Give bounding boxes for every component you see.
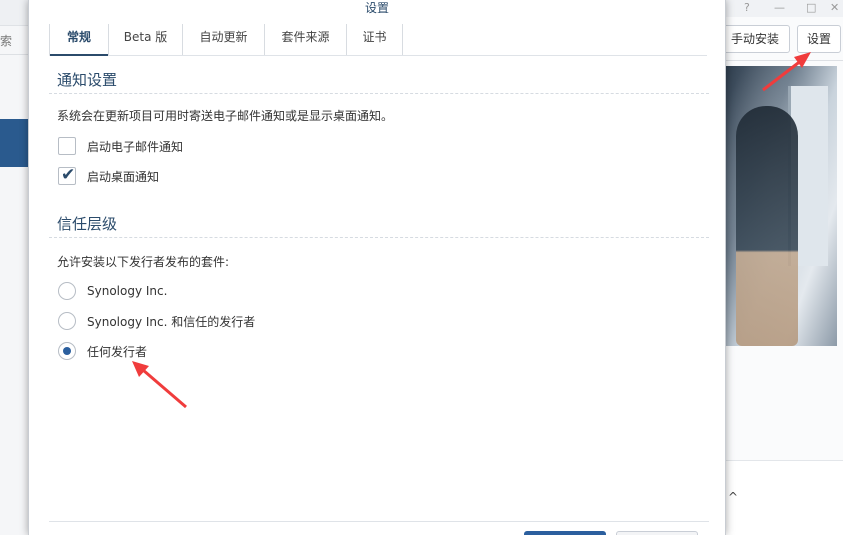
tab-beta[interactable]: Beta 版	[109, 24, 183, 55]
background-app-toolbar	[0, 0, 28, 26]
trust-synology-and-trusted-radio[interactable]	[58, 312, 76, 330]
desktop-notification-label[interactable]: 启动桌面通知	[87, 168, 159, 185]
tab-auto-update[interactable]: 自动更新	[183, 24, 265, 55]
trust-level-description: 允许安装以下发行者发布的套件:	[57, 255, 230, 269]
tab-package-sources[interactable]: 套件来源	[265, 24, 347, 55]
background-selected-nav-item[interactable]	[0, 119, 28, 167]
cancel-button[interactable]	[616, 531, 698, 535]
settings-button[interactable]: 设置	[797, 25, 841, 53]
banner-person	[736, 106, 798, 346]
maximize-icon[interactable]: □	[806, 1, 816, 15]
trust-any-publisher-option[interactable]: 任何发行者	[58, 341, 147, 361]
notification-description: 系统会在更新项目可用时寄送电子邮件通知或是显示桌面通知。	[57, 109, 394, 123]
tab-bar: 常规 Beta 版 自动更新 套件来源 证书	[49, 24, 707, 56]
background-titlebar: ? — □ ✕	[726, 0, 843, 17]
minimize-icon[interactable]: —	[774, 1, 785, 15]
trust-synology-only-radio[interactable]	[58, 282, 76, 300]
email-notification-label[interactable]: 启动电子邮件通知	[87, 138, 183, 155]
radio-selected-dot	[63, 347, 71, 355]
help-icon[interactable]: ?	[744, 1, 750, 15]
background-card-glyph: ^	[728, 490, 739, 504]
email-notification-option[interactable]: 启动电子邮件通知	[58, 136, 183, 156]
section-divider	[49, 237, 709, 238]
dialog-title: 设置	[29, 0, 725, 17]
banner-image	[726, 66, 837, 346]
background-divider	[726, 60, 843, 61]
trust-synology-and-trusted-label[interactable]: Synology Inc. 和信任的发行者	[87, 313, 255, 330]
close-icon[interactable]: ✕	[830, 1, 839, 15]
settings-dialog: 设置 常规 Beta 版 自动更新 套件来源 证书 通知设置 系统会在更新项目可…	[28, 0, 726, 535]
desktop-notification-checkbox[interactable]: ✔	[58, 165, 76, 185]
check-icon: ✔	[61, 165, 76, 185]
background-package-card[interactable]	[726, 460, 843, 535]
background-app-left: 索	[0, 0, 28, 535]
section-divider	[49, 93, 709, 94]
trust-any-publisher-radio[interactable]	[58, 342, 76, 360]
trust-synology-and-trusted-option[interactable]: Synology Inc. 和信任的发行者	[58, 311, 255, 331]
tab-certificate[interactable]: 证书	[347, 24, 403, 55]
trust-synology-only-label[interactable]: Synology Inc.	[87, 284, 167, 298]
email-notification-checkbox[interactable]	[58, 137, 76, 155]
confirm-button[interactable]	[524, 531, 606, 535]
tab-general[interactable]: 常规	[49, 24, 109, 56]
manual-install-button[interactable]: 手动安装	[720, 25, 790, 53]
trust-any-publisher-label[interactable]: 任何发行者	[87, 343, 147, 360]
desktop-notification-option[interactable]: ✔ 启动桌面通知	[58, 165, 159, 186]
background-app-right: ? — □ ✕ 手动安装 设置 ^	[720, 0, 843, 535]
trust-synology-only-option[interactable]: Synology Inc.	[58, 281, 167, 301]
background-search-fragment[interactable]: 索	[0, 32, 12, 49]
background-divider	[0, 54, 28, 55]
notification-section-title: 通知设置	[57, 71, 118, 89]
footer-divider	[49, 521, 709, 522]
trust-level-section-title: 信任层级	[57, 215, 118, 233]
